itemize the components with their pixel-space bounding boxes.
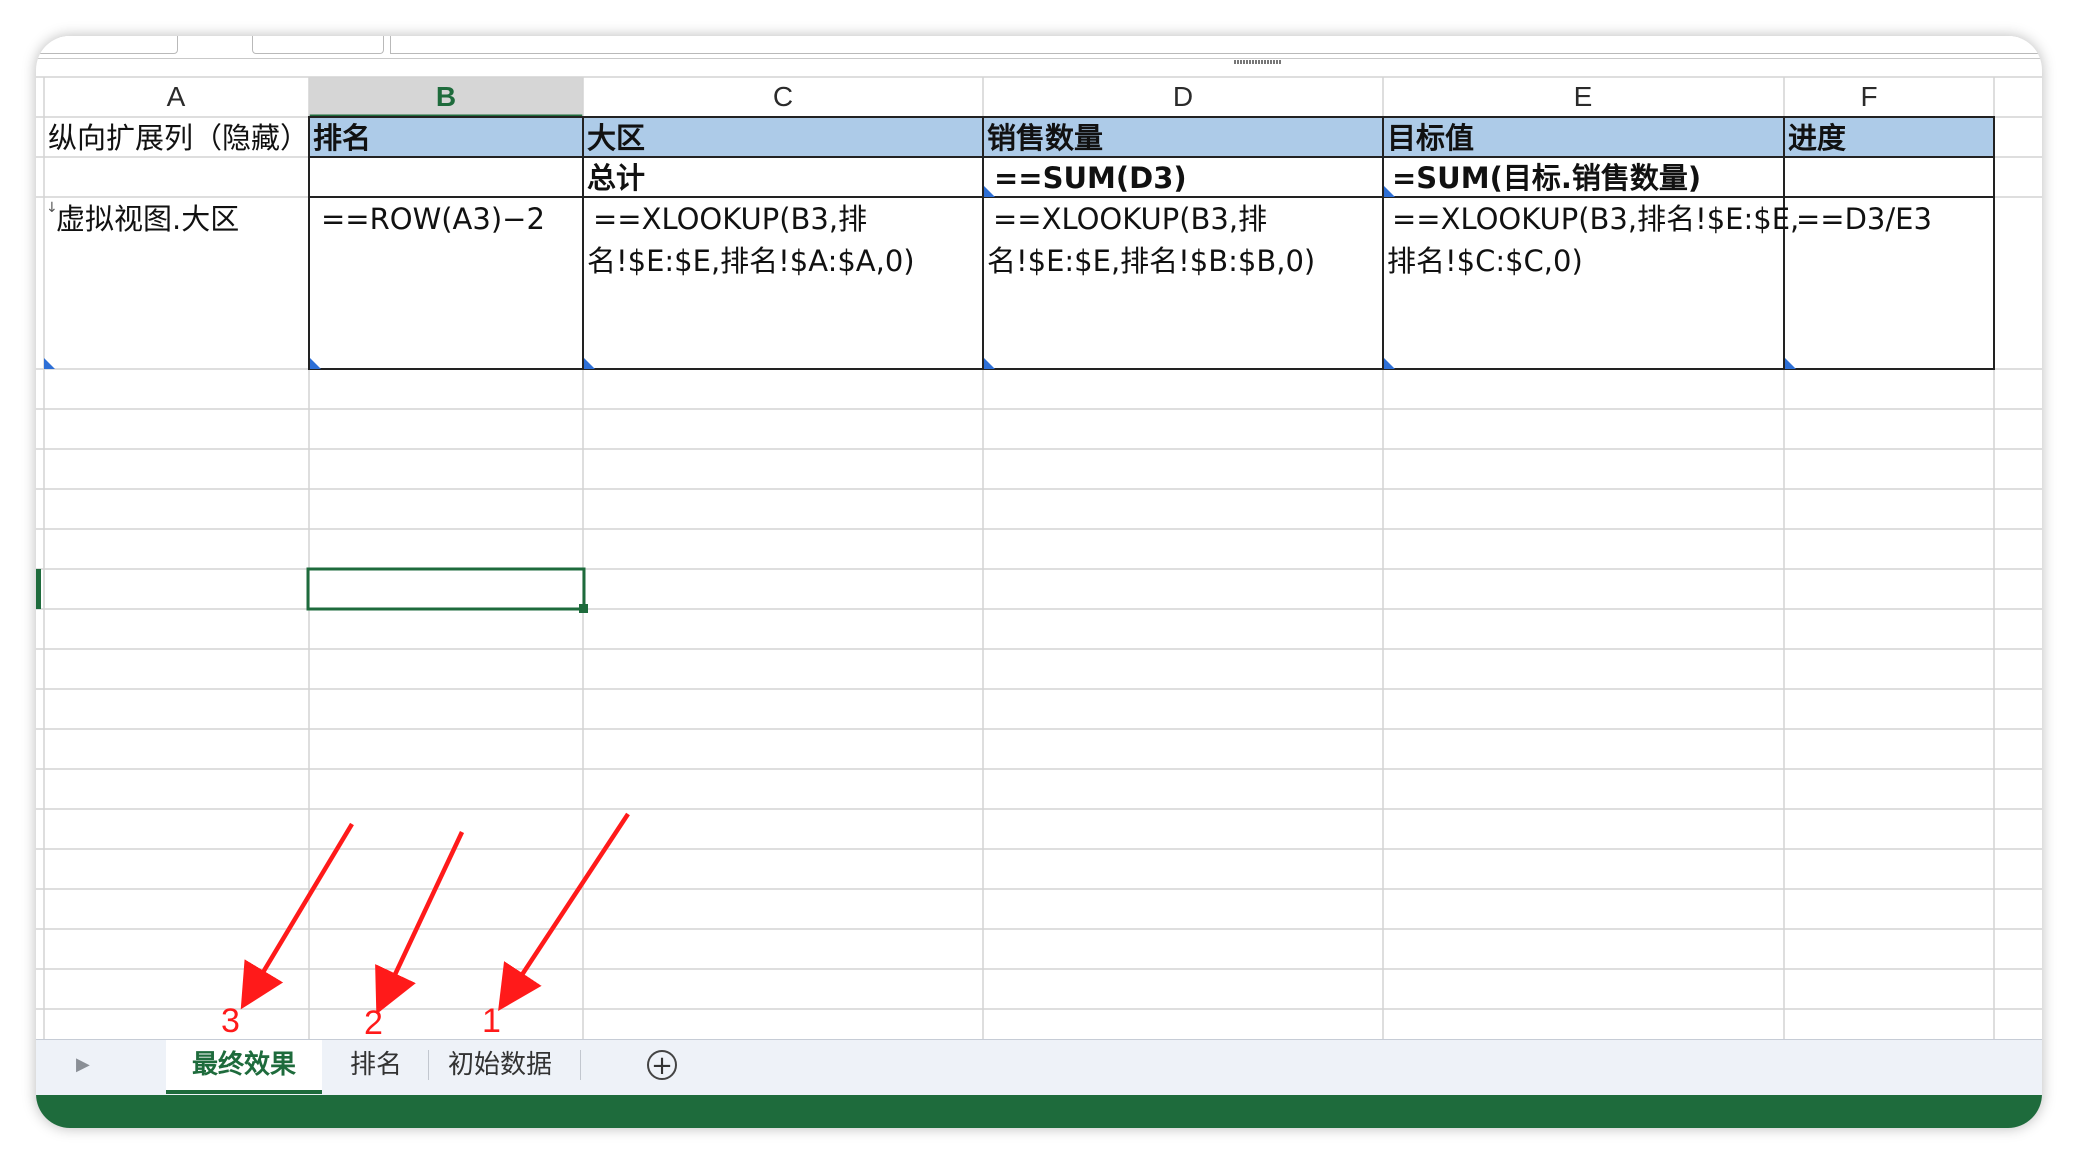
column-header-d[interactable]: D bbox=[1173, 81, 1193, 112]
cell-c1[interactable]: 大区 bbox=[587, 121, 645, 155]
active-row-indicator bbox=[36, 569, 41, 609]
sheet-tab-final-result[interactable]: 最终效果 bbox=[166, 1040, 322, 1094]
cell-d2[interactable]: ==SUM(D3) bbox=[994, 161, 1187, 195]
cell-d3-line2[interactable]: 名!$E:$E,排名!$B:$B,0) bbox=[987, 244, 1315, 278]
tab-separator bbox=[580, 1050, 581, 1080]
column-header-c[interactable]: C bbox=[773, 81, 793, 112]
annotation-arrow-2 bbox=[375, 831, 465, 1015]
spreadsheet-window: ↓ A B C D E F 纵向扩展列（隐藏） 排名 大区 销售数量 目标值 进… bbox=[36, 36, 2042, 1128]
cell-d3-line1[interactable]: ==XLOOKUP(B3,排 bbox=[993, 202, 1267, 236]
cell-e2[interactable]: =SUM(目标.销售数量) bbox=[1392, 161, 1701, 195]
cell-e3-line2[interactable]: 排名!$C:$C,0) bbox=[1387, 244, 1583, 278]
column-header-b[interactable]: B bbox=[436, 81, 456, 112]
active-cell-selection[interactable] bbox=[306, 567, 586, 611]
chevron-right-icon[interactable]: ▶ bbox=[76, 1054, 90, 1075]
sheet-tab-bar: ▶ 最终效果 排名 初始数据 + bbox=[36, 1039, 2042, 1096]
cell-d1[interactable]: 销售数量 bbox=[987, 121, 1103, 155]
sheet-grid[interactable]: ↓ A B C D E F 纵向扩展列（隐藏） 排名 大区 销售数量 目标值 进… bbox=[36, 36, 2042, 1039]
header-row-fill bbox=[309, 117, 1994, 157]
cell-e1[interactable]: 目标值 bbox=[1387, 121, 1474, 155]
cell-c3-line1[interactable]: ==XLOOKUP(B3,排 bbox=[593, 202, 867, 236]
status-bar bbox=[36, 1095, 2042, 1128]
sheet-tab-ranking[interactable]: 排名 bbox=[322, 1040, 430, 1090]
cell-e3-line1[interactable]: ==XLOOKUP(B3,排名!$E:$E, bbox=[1392, 202, 1799, 236]
cell-c3-line2[interactable]: 名!$E:$E,排名!$A:$A,0) bbox=[587, 244, 915, 278]
annotation-number-3: 3 bbox=[221, 1002, 240, 1040]
column-header-a[interactable]: A bbox=[167, 81, 186, 112]
sheet-tab-initial-data[interactable]: 初始数据 bbox=[432, 1040, 568, 1090]
annotation-number-2: 2 bbox=[364, 1004, 383, 1042]
cell-c2[interactable]: 总计 bbox=[587, 161, 645, 195]
cell-b1[interactable]: 排名 bbox=[313, 121, 371, 155]
annotation-number-1: 1 bbox=[482, 1002, 501, 1040]
cell-a1[interactable]: 纵向扩展列（隐藏） bbox=[48, 121, 309, 155]
column-header-e[interactable]: E bbox=[1574, 81, 1593, 112]
column-header-f[interactable]: F bbox=[1860, 81, 1877, 112]
tab-separator bbox=[428, 1050, 429, 1080]
cell-f3[interactable]: ==D3/E3 bbox=[1796, 202, 1932, 236]
cell-b3[interactable]: ==ROW(A3)−2 bbox=[321, 202, 545, 236]
cell-f1[interactable]: 进度 bbox=[1788, 121, 1846, 155]
fill-handle[interactable] bbox=[579, 604, 588, 613]
plus-circle-icon[interactable]: + bbox=[647, 1050, 677, 1080]
cell-a3[interactable]: 虚拟视图.大区 bbox=[56, 202, 239, 236]
